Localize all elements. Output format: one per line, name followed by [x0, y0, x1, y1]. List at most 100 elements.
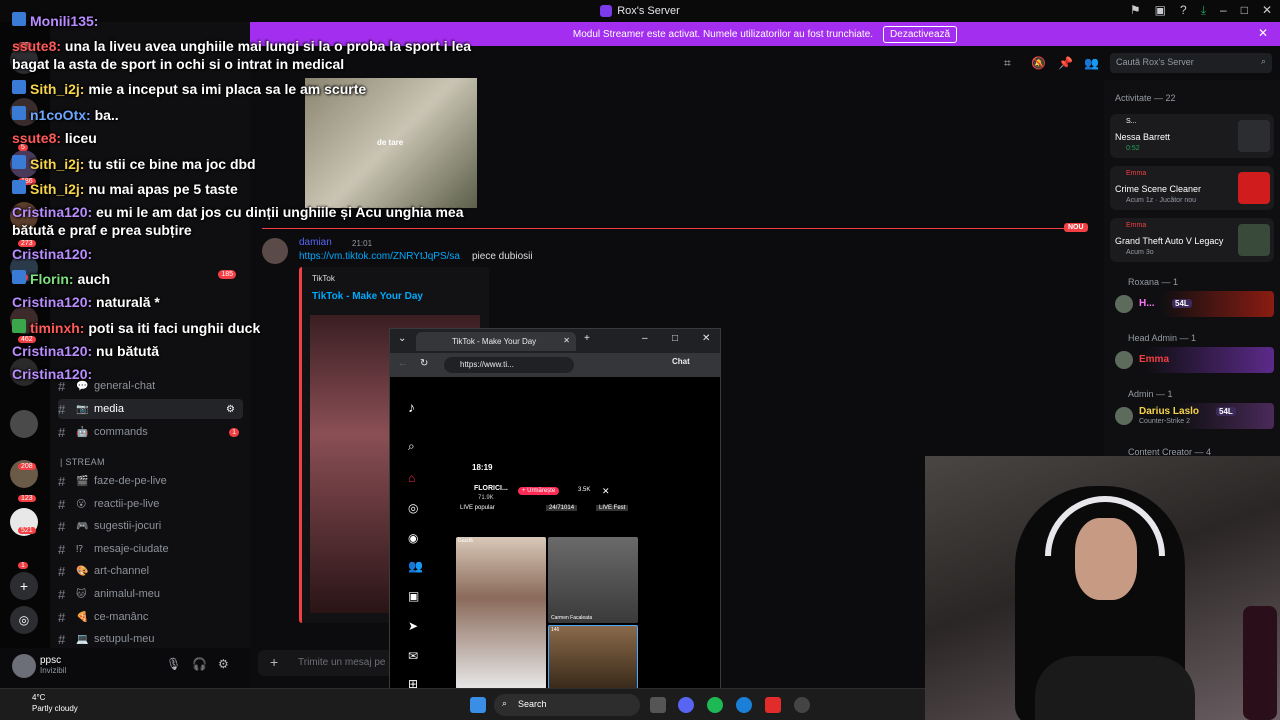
close-icon[interactable]: ✕	[1262, 3, 1272, 18]
download-icon[interactable]: ⤓	[1201, 3, 1206, 18]
minimize-icon[interactable]: –	[1220, 3, 1227, 18]
overlay-chat-line: Sith_i2j: tu stii ce bine ma joc dbd	[12, 155, 256, 172]
avatar[interactable]	[262, 238, 288, 264]
add-server-icon[interactable]: +	[10, 572, 38, 600]
tiktok-live-view[interactable]: 18:19 FLORICI... 71.9K + Urmărește 3.5K …	[440, 377, 718, 689]
follow-button[interactable]: + Urmărește	[518, 487, 560, 495]
media-image[interactable]: de tare	[305, 78, 477, 208]
help-icon[interactable]: ?	[1180, 3, 1187, 18]
messages-icon[interactable]: ✉	[408, 649, 418, 663]
pin-icon[interactable]: 📌	[1058, 56, 1073, 70]
start-icon[interactable]	[470, 697, 486, 713]
channel-setupul-meu[interactable]: # 💻 setupul-meu	[58, 629, 243, 649]
overlay-chat-line: Monili135:	[12, 12, 98, 29]
search-icon[interactable]: ⌕	[408, 439, 415, 454]
spotify-icon[interactable]	[707, 697, 723, 713]
obs-icon[interactable]	[794, 697, 810, 713]
server-icon-8[interactable]	[10, 410, 38, 438]
overlay-text: eu mi le am dat jos cu dinții unghiile ș…	[96, 204, 464, 220]
channel-media[interactable]: # 📷 media ⚙	[58, 399, 243, 419]
weather-widget[interactable]: 4°C Partly cloudy	[14, 693, 78, 713]
settings-icon[interactable]: ⚙	[226, 404, 235, 415]
taskbar-search[interactable]: ⌕ Search	[494, 694, 640, 716]
attach-icon[interactable]: +	[270, 654, 278, 670]
flag-icon[interactable]: ⚑	[1130, 3, 1141, 18]
channel-animalul-meu[interactable]: # 🐱 animalul-meu	[58, 584, 243, 604]
channel-reactii-pe-live[interactable]: # 😮 reactii-pe-live	[58, 494, 243, 514]
new-messages-divider	[262, 228, 1082, 229]
channel-commands[interactable]: # 🤖 commands 1	[58, 422, 243, 442]
member-row[interactable]: Darius Laslo 54L Counter-Strike 2	[1112, 403, 1274, 429]
explore-icon[interactable]: ◎	[408, 501, 418, 515]
close-tab-icon[interactable]: ✕	[563, 336, 570, 345]
send-icon[interactable]: ➤	[408, 619, 418, 633]
channel-label: reactii-pe-live	[94, 498, 160, 510]
channel-faze-de-pe-live[interactable]: # 🎬 faze-de-pe-live	[58, 471, 243, 491]
overlay-chat-line: timinxh: poti sa iti faci unghii duck	[12, 319, 260, 336]
new-tab-icon[interactable]: +	[584, 333, 590, 344]
search-input[interactable]: Caută Rox's Server ⌕	[1110, 53, 1272, 73]
friends-icon[interactable]: 👥	[408, 559, 423, 573]
channel-label: setupul-meu	[94, 633, 155, 645]
mute-icon[interactable]: 🔕	[1031, 56, 1046, 70]
activity-card[interactable]: Emma Crime Scene Cleaner Acum 1z · Jucăt…	[1110, 166, 1274, 210]
threads-icon[interactable]: ⌗	[1004, 56, 1011, 71]
copilot-chat-button[interactable]: Chat	[672, 357, 690, 366]
overlay-chat-line: Florin: auch	[12, 270, 110, 287]
headphones-icon[interactable]: 🎧	[192, 657, 207, 671]
channel-ce-manânc[interactable]: # 🍕 ce-manânc	[58, 607, 243, 627]
activity-card[interactable]: Emma Grand Theft Auto V Legacy Acum 3o	[1110, 218, 1274, 262]
embed-title[interactable]: TikTok - Make Your Day	[312, 291, 423, 302]
message-composer[interactable]: + Trimite un mesaj pe	[258, 650, 398, 676]
message-link[interactable]: https://vm.tiktok.com/ZNRYtJqPS/sa	[299, 251, 460, 262]
tiktok-logo-icon[interactable]: ♪	[408, 399, 415, 415]
activity-card[interactable]: S... Nessa Barrett 0:52	[1110, 114, 1274, 158]
url-input[interactable]: https://www.ti...	[444, 357, 574, 373]
back-icon[interactable]: ←	[398, 358, 408, 369]
live-icon[interactable]: ▣	[408, 589, 419, 603]
message-author[interactable]: damian	[299, 237, 332, 248]
live-tile-host[interactable]: Gazdă	[456, 537, 546, 689]
overlay-chat-line: ssute8: liceu	[12, 130, 97, 146]
channel-mesaje-ciudate[interactable]: # ⁉ mesaje-ciudate	[58, 539, 243, 559]
username: ppsc	[40, 655, 62, 666]
reload-icon[interactable]: ↻	[420, 358, 428, 369]
app-icon[interactable]	[765, 697, 781, 713]
tab-list-icon[interactable]: ⌄	[398, 333, 406, 344]
channel-sugestii-jocuri[interactable]: # 🎮 sugestii-jocuri	[58, 516, 243, 536]
minimize-icon[interactable]: –	[642, 333, 648, 344]
close-banner-icon[interactable]: ✕	[1258, 26, 1268, 40]
overlay-text: naturală *	[96, 294, 160, 310]
disable-streamer-button[interactable]: Dezactivează	[883, 25, 958, 43]
close-icon[interactable]: ✕	[602, 486, 610, 497]
badge-icon	[12, 12, 26, 26]
hash-icon: #	[58, 586, 66, 602]
channel-art-channel[interactable]: # 🎨 art-channel	[58, 561, 243, 581]
close-icon[interactable]: ✕	[702, 333, 710, 344]
edge-icon[interactable]	[736, 697, 752, 713]
hash-icon: #	[58, 541, 66, 557]
channel-emoji: 💬	[76, 380, 89, 392]
overlay-user: ssute8:	[12, 38, 62, 54]
live-tile-guest[interactable]: 146	[548, 625, 638, 689]
settings-icon[interactable]: ⚙	[218, 657, 229, 671]
avatar[interactable]	[12, 654, 36, 678]
home-icon[interactable]: ⌂	[408, 471, 415, 485]
maximize-icon[interactable]: □	[672, 333, 678, 344]
maximize-icon[interactable]: □	[1241, 3, 1248, 18]
channel-label: ce-manânc	[94, 611, 149, 623]
microphone-icon[interactable]: 🎙	[166, 657, 181, 671]
tile-label: Gazdă	[458, 538, 473, 544]
members-icon[interactable]: 👥	[1084, 56, 1099, 70]
task-view-icon[interactable]	[650, 697, 666, 713]
discord-icon[interactable]	[678, 697, 694, 713]
live-tile-guest[interactable]: Carmen Facaleata	[548, 537, 638, 623]
activity-sub: Acum 3o	[1126, 249, 1154, 256]
following-icon[interactable]: ◉	[408, 531, 418, 545]
member-row[interactable]: H... 54L	[1112, 291, 1274, 317]
browser-tab[interactable]: TikTok - Make Your Day ✕	[416, 332, 576, 351]
discover-icon[interactable]: ◎	[10, 606, 38, 634]
member-row[interactable]: Emma	[1112, 347, 1274, 373]
inbox-icon[interactable]: ▣	[1155, 3, 1166, 18]
category-stream[interactable]: | STREAM	[60, 457, 105, 467]
